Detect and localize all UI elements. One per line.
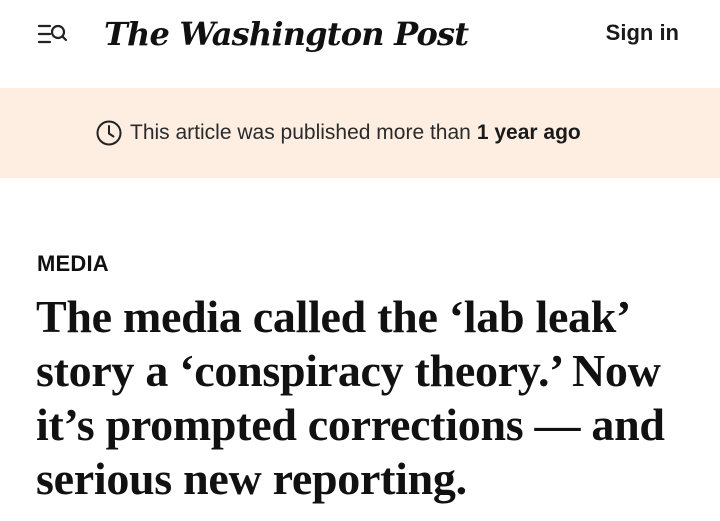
sign-in-button[interactable]: Sign in — [606, 19, 679, 47]
notice-text: This article was published more than — [130, 121, 471, 144]
article-age-notice: This article was published more than 1 y… — [0, 88, 720, 178]
clock-icon — [96, 120, 122, 146]
menu-search-button[interactable] — [37, 22, 68, 48]
site-header: The Washington Post Sign in — [0, 0, 720, 88]
notice-emphasis: 1 year ago — [476, 121, 581, 144]
brand-logo[interactable]: The Washington Post — [104, 14, 469, 54]
menu-search-icon — [37, 24, 68, 44]
notice-content: This article was published more than 1 y… — [96, 116, 581, 150]
article-headline: The media called the ‘lab leak’ story a … — [36, 291, 665, 504]
section-label[interactable]: MEDIA — [37, 250, 109, 278]
